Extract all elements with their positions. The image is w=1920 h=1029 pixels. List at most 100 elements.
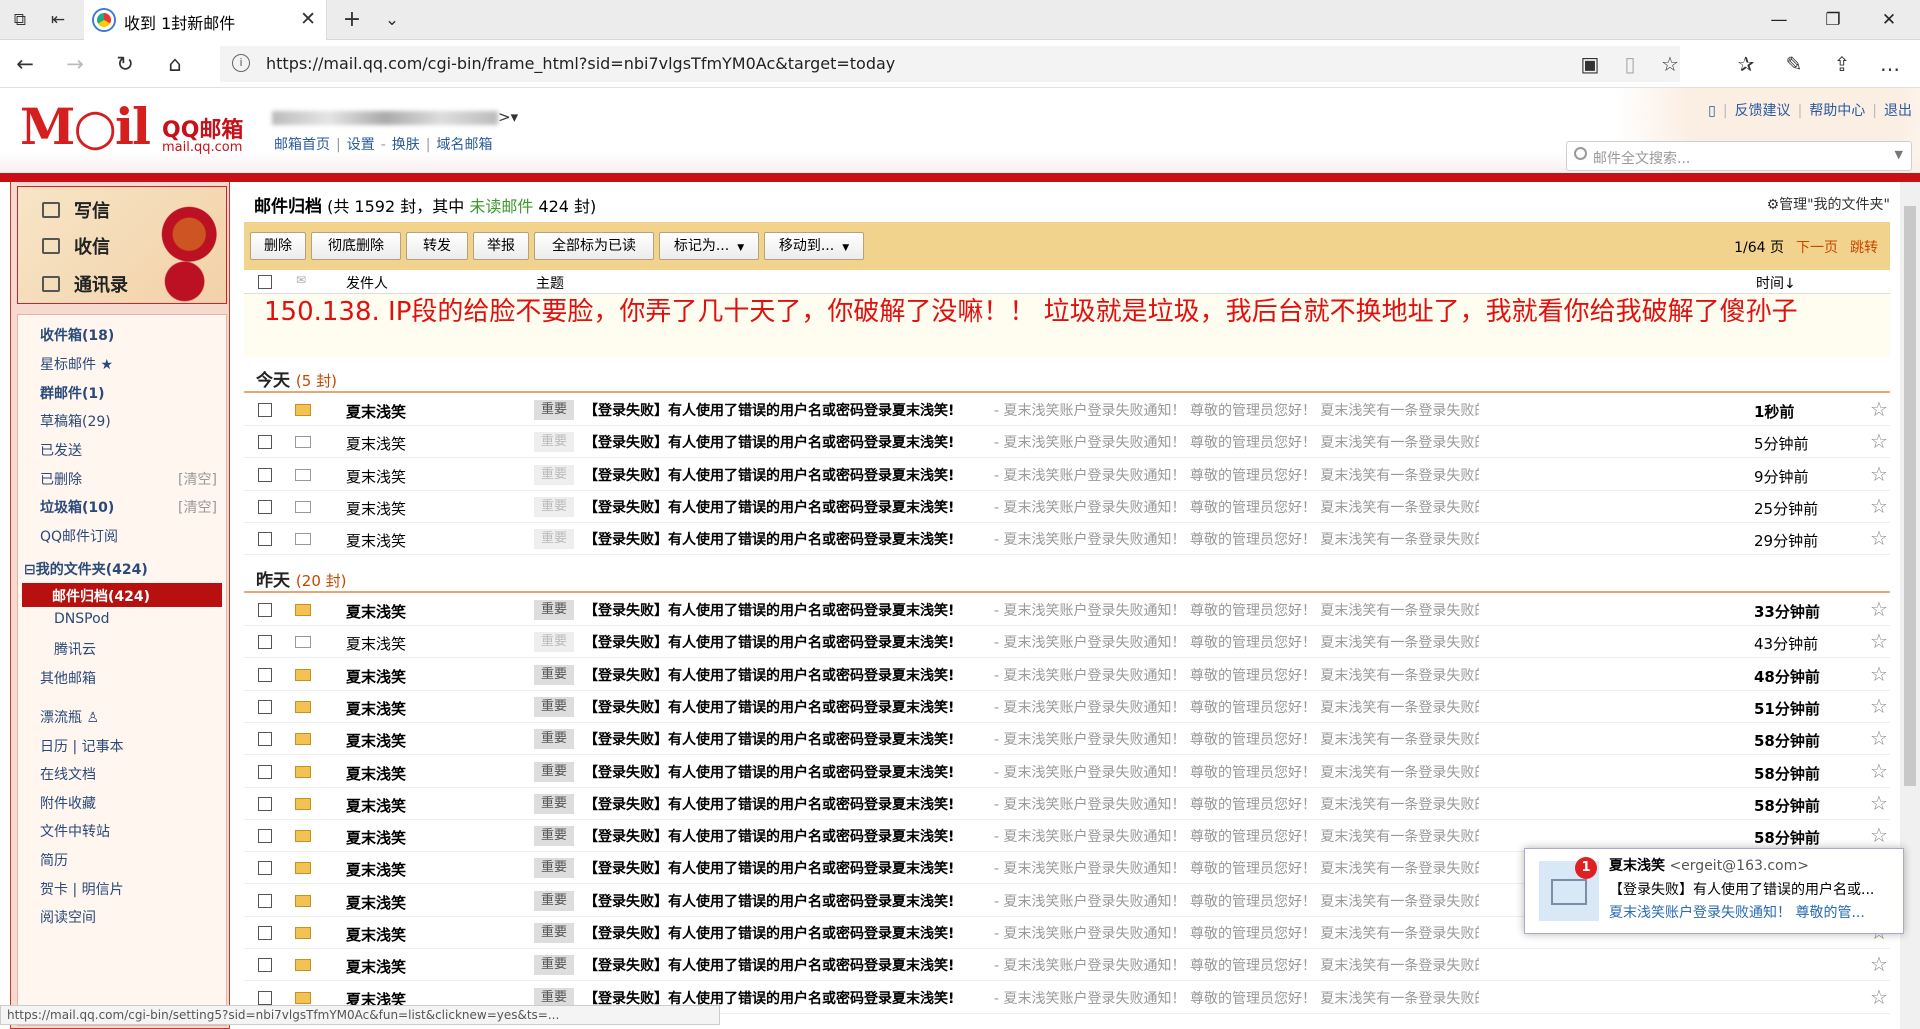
mail-search-input[interactable]: 邮件全文搜索... ▼ <box>1566 141 1912 171</box>
table-row[interactable]: 夏末浅笑 重要 【登录失败】有人使用了错误的用户名或密码登录夏末浅笑! - 夏末浅笑账… <box>244 659 1890 691</box>
row-checkbox[interactable] <box>258 990 272 1005</box>
row-subject[interactable]: 【登录失败】有人使用了错误的用户名或密码登录夏末浅笑! <box>584 632 954 652</box>
star-outline-icon[interactable]: ☆ <box>1870 597 1888 621</box>
row-preview[interactable]: - 夏末浅笑账户登录失败通知！ 尊敬的管理员您好！ 夏末浅笑有一条登录失败的记录… <box>994 891 1479 911</box>
chevron-down-icon[interactable]: ⌄ <box>380 8 404 32</box>
row-checkbox[interactable] <box>258 467 272 482</box>
row-checkbox[interactable] <box>258 764 272 779</box>
row-checkbox[interactable] <box>258 403 272 417</box>
maximize-icon[interactable]: ❐ <box>1818 6 1848 34</box>
address-bar[interactable]: i https://mail.qq.com/cgi-bin/frame_html… <box>220 46 1680 82</box>
reading-view-icon[interactable]: ▣ <box>1576 50 1604 78</box>
my-folders[interactable]: ⊟我的文件夹(424) <box>24 559 148 579</box>
row-checkbox[interactable] <box>258 829 272 844</box>
star-outline-icon[interactable]: ☆ <box>1870 397 1888 421</box>
row-preview[interactable]: - 夏末浅笑账户登录失败通知！ 尊敬的管理员您好！ 夏末浅笑有一条登录失败的记录… <box>994 729 1479 749</box>
star-outline-icon[interactable]: ☆ <box>1870 791 1888 815</box>
next-page-link[interactable]: 下一页 <box>1796 240 1838 256</box>
star-outline-icon[interactable]: ☆ <box>1870 662 1888 686</box>
folder-drafts[interactable]: 草稿箱(29) <box>40 411 111 431</box>
folder-deleted[interactable]: 已删除 [清空] <box>40 469 220 489</box>
row-checkbox[interactable] <box>258 732 272 747</box>
row-subject[interactable]: 【登录失败】有人使用了错误的用户名或密码登录夏末浅笑! <box>584 432 954 452</box>
col-time[interactable]: 时间↓ <box>1756 273 1796 293</box>
row-subject[interactable]: 【登录失败】有人使用了错误的用户名或密码登录夏末浅笑! <box>584 400 954 420</box>
table-row[interactable]: 夏末浅笑 重要 【登录失败】有人使用了错误的用户名或密码登录夏末浅笑! - 夏末浅笑账… <box>244 756 1890 788</box>
row-preview[interactable]: - 夏末浅笑账户登录失败通知！ 尊敬的管理员您好！ 夏末浅笑有一条登录失败的记录… <box>994 762 1479 782</box>
row-sender[interactable]: 夏末浅笑 <box>346 530 406 551</box>
plus-icon[interactable]: + <box>340 8 364 32</box>
jump-page-link[interactable]: 跳转 <box>1850 240 1878 256</box>
link-logout[interactable]: 退出 <box>1884 103 1912 119</box>
star-outline-icon[interactable]: ☆ <box>1870 952 1888 976</box>
row-sender[interactable]: 夏末浅笑 <box>346 859 406 880</box>
row-subject[interactable]: 【登录失败】有人使用了错误的用户名或密码登录夏末浅笑! <box>584 729 954 749</box>
link-settings[interactable]: 设置 <box>347 137 375 153</box>
folder-subscriptions[interactable]: QQ邮件订阅 <box>40 526 118 546</box>
compose-button[interactable]: 写信 <box>42 197 110 223</box>
folder-group[interactable]: 群邮件(1) <box>40 383 105 403</box>
row-preview[interactable]: - 夏末浅笑账户登录失败通知！ 尊敬的管理员您好！ 夏末浅笑有一条登录失败的记录… <box>994 632 1479 652</box>
row-subject[interactable]: 【登录失败】有人使用了错误的用户名或密码登录夏末浅笑! <box>584 955 954 975</box>
back-tabs-icon[interactable]: ⇤ <box>46 8 70 32</box>
folder-sent[interactable]: 已发送 <box>40 440 82 460</box>
row-sender[interactable]: 夏末浅笑 <box>346 730 406 751</box>
folder-archive-selected[interactable]: 邮件归档(424) <box>22 583 222 607</box>
qqmail-logo[interactable]: M○il QQ邮箱 mail.qq.com <box>20 102 243 156</box>
row-subject[interactable]: 【登录失败】有人使用了错误的用户名或密码登录夏末浅笑! <box>584 465 954 485</box>
col-subject[interactable]: 主题 <box>536 273 564 293</box>
clear-junk-link[interactable]: [清空] <box>178 497 217 517</box>
table-row[interactable]: 夏末浅笑 重要 【登录失败】有人使用了错误的用户名或密码登录夏末浅笑! - 夏末浅笑账… <box>244 594 1890 626</box>
folder-dnspod[interactable]: DNSPod <box>54 611 110 627</box>
tool-calendar-notes[interactable]: 日历 | 记事本 <box>40 736 124 756</box>
manage-folders-link[interactable]: ⚙管理"我的文件夹" <box>1767 194 1890 214</box>
row-preview[interactable]: - 夏末浅笑账户登录失败通知！ 尊敬的管理员您好！ 夏末浅笑有一条登录失败的记录… <box>994 600 1479 620</box>
row-preview[interactable]: - 夏末浅笑账户登录失败通知！ 尊敬的管理员您好！ 夏末浅笑有一条登录失败的记录… <box>994 794 1479 814</box>
star-outline-icon[interactable]: ☆ <box>1870 985 1888 1009</box>
row-preview[interactable]: - 夏末浅笑账户登录失败通知！ 尊敬的管理员您好！ 夏末浅笑有一条登录失败的记录… <box>994 400 1479 420</box>
link-help[interactable]: 帮助中心 <box>1809 103 1865 119</box>
url-text[interactable]: https://mail.qq.com/cgi-bin/frame_html?s… <box>266 54 895 73</box>
row-preview[interactable]: - 夏末浅笑账户登录失败通知！ 尊敬的管理员您好！ 夏末浅笑有一条登录失败的记录… <box>994 465 1479 485</box>
tab-close-icon[interactable]: ✕ <box>300 8 316 30</box>
row-preview[interactable]: - 夏末浅笑账户登录失败通知！ 尊敬的管理员您好！ 夏末浅笑有一条登录失败的记录… <box>994 923 1479 943</box>
table-row[interactable]: 夏末浅笑 重要 【登录失败】有人使用了错误的用户名或密码登录夏末浅笑! - 夏末浅笑账… <box>244 491 1890 523</box>
row-checkbox[interactable] <box>258 532 272 547</box>
row-subject[interactable]: 【登录失败】有人使用了错误的用户名或密码登录夏末浅笑! <box>584 858 954 878</box>
row-sender[interactable]: 夏末浅笑 <box>346 698 406 719</box>
tab-list-icon[interactable]: ⧉ <box>8 8 32 32</box>
account-name[interactable]: >▾ <box>272 108 518 126</box>
row-checkbox[interactable] <box>258 699 272 714</box>
row-preview[interactable]: - 夏末浅笑账户登录失败通知！ 尊敬的管理员您好！ 夏末浅笑有一条登录失败的记录… <box>994 826 1479 846</box>
link-mail-home[interactable]: 邮箱首页 <box>274 137 330 153</box>
row-subject[interactable]: 【登录失败】有人使用了错误的用户名或密码登录夏末浅笑! <box>584 923 954 943</box>
row-subject[interactable]: 【登录失败】有人使用了错误的用户名或密码登录夏末浅笑! <box>584 826 954 846</box>
info-icon[interactable]: i <box>232 54 250 72</box>
row-subject[interactable]: 【登录失败】有人使用了错误的用户名或密码登录夏末浅笑! <box>584 665 954 685</box>
chevron-down-icon[interactable]: ▼ <box>1895 148 1903 161</box>
contacts-button[interactable]: 通讯录 <box>42 271 128 297</box>
delete-button[interactable]: 删除 <box>250 232 306 260</box>
delete-permanently-button[interactable]: 彻底删除 <box>311 232 401 260</box>
row-subject[interactable]: 【登录失败】有人使用了错误的用户名或密码登录夏末浅笑! <box>584 529 954 549</box>
report-button[interactable]: 举报 <box>473 232 529 260</box>
table-row[interactable]: 夏末浅笑 重要 【登录失败】有人使用了错误的用户名或密码登录夏末浅笑! - 夏末浅笑账… <box>244 523 1890 556</box>
tool-cards[interactable]: 贺卡 | 明信片 <box>40 879 124 899</box>
forward-arrow-icon[interactable]: → <box>60 50 90 78</box>
row-preview[interactable]: - 夏末浅笑账户登录失败通知！ 尊敬的管理员您好！ 夏末浅笑有一条登录失败的记录… <box>994 955 1479 975</box>
table-row[interactable]: 夏末浅笑 重要 【登录失败】有人使用了错误的用户名或密码登录夏末浅笑! - 夏末浅笑账… <box>244 394 1890 426</box>
row-checkbox[interactable] <box>258 796 272 811</box>
star-outline-icon[interactable]: ☆ <box>1870 629 1888 653</box>
mark-as-dropdown[interactable]: 标记为... ▼ <box>659 232 759 260</box>
new-mail-notification[interactable]: 1 夏末浅笑 <ergeit@163.com> 【登录失败】有人使用了错误的用户… <box>1524 848 1904 934</box>
tool-file-transfer[interactable]: 文件中转站 <box>40 821 110 841</box>
row-sender[interactable]: 夏末浅笑 <box>346 633 406 654</box>
row-sender[interactable]: 夏末浅笑 <box>346 924 406 945</box>
folder-inbox[interactable]: 收件箱(18) <box>40 325 114 345</box>
link-feedback[interactable]: 反馈建议 <box>1735 103 1791 119</box>
minimize-icon[interactable]: — <box>1764 6 1794 34</box>
row-sender[interactable]: 夏末浅笑 <box>346 466 406 487</box>
select-all-checkbox[interactable] <box>258 275 272 289</box>
clear-deleted-link[interactable]: [清空] <box>178 469 217 489</box>
row-sender[interactable]: 夏末浅笑 <box>346 795 406 816</box>
